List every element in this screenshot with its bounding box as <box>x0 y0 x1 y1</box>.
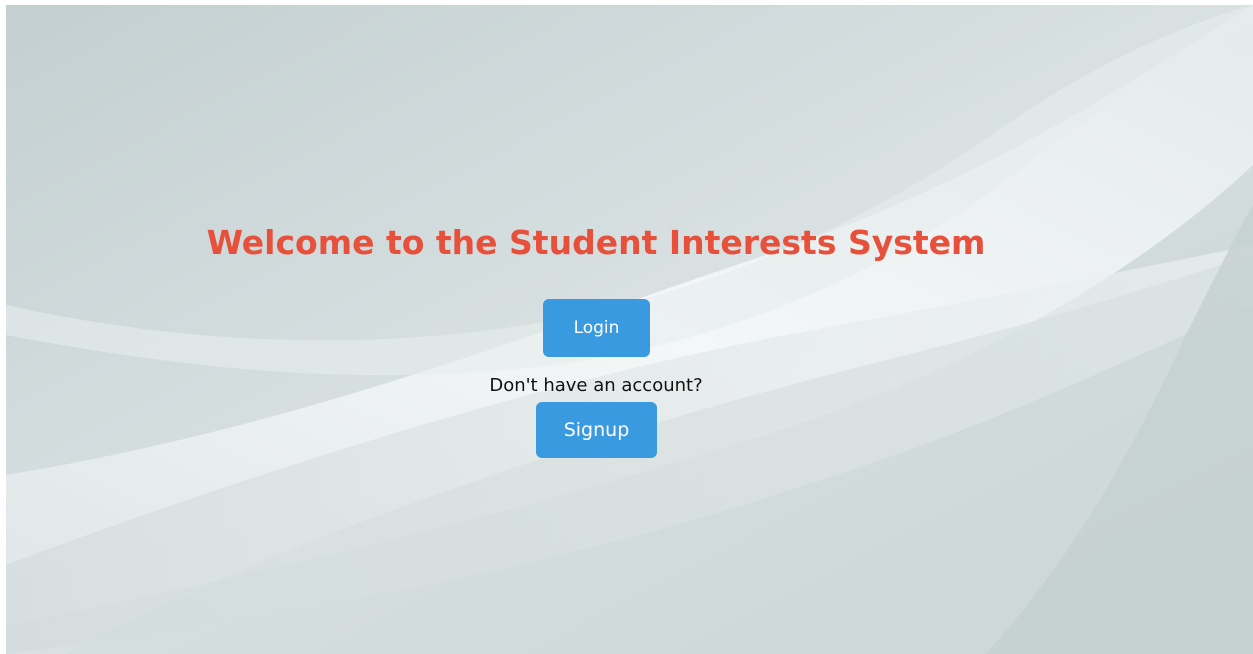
page-frame: Welcome to the Student Interests System … <box>6 5 1253 654</box>
signup-button[interactable]: Signup <box>536 402 657 458</box>
account-prompt: Don't have an account? <box>489 375 703 396</box>
page-title: Welcome to the Student Interests System <box>206 223 986 262</box>
login-button[interactable]: Login <box>543 299 650 357</box>
welcome-panel: Welcome to the Student Interests System … <box>6 5 1186 654</box>
